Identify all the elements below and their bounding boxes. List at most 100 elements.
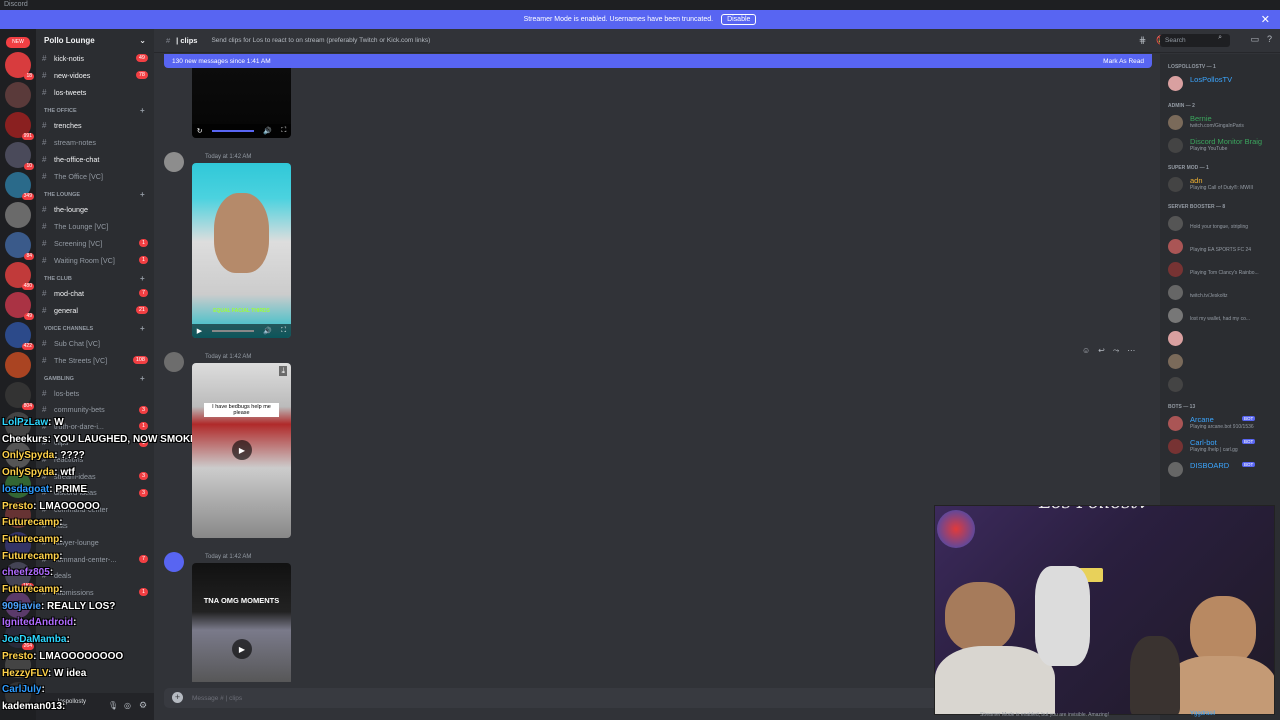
reply-icon[interactable]: ↩ bbox=[1098, 346, 1105, 356]
channel-category[interactable]: THE CLUB + bbox=[44, 274, 145, 283]
member-item[interactable]: Playing EA SPORTS FC 24 bbox=[1168, 237, 1280, 257]
close-icon[interactable]: ✕ bbox=[1261, 13, 1270, 26]
progress-bar[interactable] bbox=[211, 330, 254, 332]
channel-item[interactable]: # mod-chat 7 bbox=[42, 286, 152, 300]
overlay-chat-separator: : bbox=[66, 634, 70, 646]
member-item[interactable]: DISBOARD BOT bbox=[1168, 460, 1280, 480]
channel-category[interactable]: THE OFFICE + bbox=[44, 106, 145, 115]
avatar[interactable] bbox=[164, 352, 184, 372]
member-item[interactable]: twitch.tv/Jeskoltz bbox=[1168, 283, 1280, 303]
server-icon[interactable] bbox=[5, 352, 31, 378]
member-item[interactable] bbox=[1168, 375, 1280, 395]
overlay-chat-line: LolPzLaw: W bbox=[2, 417, 64, 428]
video-attachment[interactable]: I have bedbugs help me please ⤓ ▶ bbox=[192, 363, 291, 538]
forward-icon[interactable]: ⤳ bbox=[1113, 346, 1119, 356]
channel-item[interactable]: # The Office [VC] bbox=[42, 169, 152, 183]
channel-category[interactable]: VOICE CHANNELS + bbox=[44, 324, 145, 333]
server-icon[interactable]: 84 bbox=[5, 232, 34, 260]
member-item[interactable]: Carl-bot BOT Playing /help | carl.gg bbox=[1168, 437, 1280, 457]
member-item[interactable] bbox=[1168, 352, 1280, 372]
member-item[interactable]: lost my wallet, had my co... bbox=[1168, 306, 1280, 326]
member-item[interactable]: Hold your tongue, stripling bbox=[1168, 214, 1280, 234]
channel-item[interactable]: # trenches bbox=[42, 118, 152, 132]
channel-item[interactable]: # The Lounge [VC] bbox=[42, 219, 152, 233]
help-icon[interactable]: ? bbox=[1267, 34, 1272, 45]
volume-icon[interactable]: 🔊 bbox=[263, 327, 272, 335]
add-channel-icon[interactable]: + bbox=[140, 374, 145, 383]
member-item[interactable]: LosPollosTV bbox=[1168, 74, 1280, 94]
unread-count-badge: 3 bbox=[138, 488, 148, 497]
server-icon[interactable]: 349 bbox=[5, 172, 34, 200]
add-attachment-icon[interactable]: + bbox=[172, 692, 183, 703]
mic-icon[interactable]: 🎙 bbox=[108, 701, 118, 710]
server-icon[interactable] bbox=[5, 202, 31, 228]
gear-icon[interactable]: ⚙ bbox=[139, 700, 147, 711]
server-icon[interactable] bbox=[5, 82, 31, 108]
video-attachment[interactable]: TNA OMG MOMENTS ▶ bbox=[192, 563, 291, 682]
search-icon[interactable]: ⌕ bbox=[1218, 34, 1222, 42]
mark-as-read-button[interactable]: Mark As Read bbox=[1103, 58, 1144, 65]
channel-item[interactable]: # new-vidoes 78 bbox=[42, 68, 152, 82]
avatar[interactable] bbox=[164, 152, 184, 172]
video-attachment[interactable]: EQUAL FACIAL THIRDS ▶ 🔊 ⛶ bbox=[192, 163, 291, 338]
channel-item[interactable]: # Sub Chat [VC] bbox=[42, 336, 152, 350]
channel-label: los-tweets bbox=[54, 87, 87, 97]
server-icon[interactable]: 480 bbox=[5, 262, 34, 290]
server-icon[interactable]: 49 bbox=[5, 292, 34, 320]
channel-item[interactable]: # Waiting Room [VC] 1 bbox=[42, 253, 152, 267]
channel-item[interactable]: # the-office-chat bbox=[42, 152, 152, 166]
member-item[interactable]: adn Playing Call of Duty®: MWIII bbox=[1168, 175, 1280, 195]
channel-label: the-lounge bbox=[54, 204, 88, 214]
fullscreen-icon[interactable]: ⛶ bbox=[281, 327, 286, 335]
server-icon[interactable]: 991 bbox=[5, 112, 34, 140]
play-icon[interactable]: ▶ bbox=[197, 327, 202, 335]
add-channel-icon[interactable]: + bbox=[140, 274, 145, 283]
disable-streamer-mode-button[interactable]: Disable bbox=[721, 14, 757, 25]
server-icon[interactable]: 18 bbox=[5, 52, 34, 80]
channel-item[interactable]: # los-tweets bbox=[42, 85, 152, 99]
server-header[interactable]: Pollo Lounge ⌄ bbox=[36, 29, 154, 51]
member-item[interactable]: Discord Monitor Braig Playing YouTube bbox=[1168, 136, 1280, 156]
member-item[interactable]: Playing Tom Clancy's Rainbo... bbox=[1168, 260, 1280, 280]
download-icon[interactable]: ⤓ bbox=[279, 366, 287, 376]
volume-icon[interactable]: 🔊 bbox=[263, 127, 272, 135]
member-item[interactable] bbox=[1168, 329, 1280, 349]
chevron-down-icon[interactable]: ⌄ bbox=[139, 36, 146, 45]
headphones-icon[interactable]: ◎ bbox=[124, 701, 131, 710]
avatar[interactable] bbox=[164, 552, 184, 572]
server-icon[interactable]: 10 bbox=[5, 142, 34, 170]
channel-category[interactable]: GAMBLING + bbox=[44, 374, 145, 383]
member-item[interactable]: Arcane BOT Playing arcane.bot 910/1536 bbox=[1168, 414, 1280, 434]
replay-icon[interactable]: ↻ bbox=[197, 127, 203, 135]
new-server-badge[interactable]: NEW bbox=[6, 37, 30, 48]
channel-item[interactable]: # Screening [VC] 1 bbox=[42, 236, 152, 250]
server-icon[interactable]: 804 bbox=[5, 382, 34, 410]
channel-label: The Lounge [VC] bbox=[54, 221, 109, 231]
channel-item[interactable]: # los-bets bbox=[42, 386, 152, 400]
channel-topic[interactable]: Send clips for Los to react to on stream… bbox=[211, 37, 430, 44]
add-channel-icon[interactable]: + bbox=[140, 324, 145, 333]
channel-item[interactable]: # kick-notis 49 bbox=[42, 51, 152, 65]
hash-icon: # bbox=[42, 221, 47, 231]
play-button[interactable]: ▶ bbox=[232, 639, 252, 659]
inbox-icon[interactable]: ▭ bbox=[1250, 34, 1259, 45]
new-messages-bar[interactable]: 130 new messages since 1:41 AM Mark As R… bbox=[164, 54, 1152, 68]
channel-item[interactable]: # community-bets 3 bbox=[42, 403, 152, 417]
play-button[interactable]: ▶ bbox=[232, 440, 252, 460]
channel-item[interactable]: # stream-notes bbox=[42, 135, 152, 149]
add-channel-icon[interactable]: + bbox=[140, 190, 145, 199]
channel-item[interactable]: # deals bbox=[42, 569, 152, 583]
channel-category[interactable]: THE LOUNGE + bbox=[44, 190, 145, 199]
more-icon[interactable]: ⋯ bbox=[1127, 346, 1135, 356]
fullscreen-icon[interactable]: ⛶ bbox=[281, 127, 286, 135]
channel-item[interactable]: # the-lounge bbox=[42, 202, 152, 216]
member-item[interactable]: Bernie twitch.com/GingaInParis bbox=[1168, 113, 1280, 133]
server-icon[interactable]: 422 bbox=[5, 322, 34, 350]
reaction-icon[interactable]: ☺ bbox=[1082, 346, 1090, 356]
progress-bar[interactable] bbox=[211, 130, 254, 132]
member-status: Playing /help | carl.gg bbox=[1190, 447, 1238, 453]
channel-item[interactable]: # general 21 bbox=[42, 303, 152, 317]
add-channel-icon[interactable]: + bbox=[140, 106, 145, 115]
channel-item[interactable]: # The Streets [VC] 108 bbox=[42, 353, 152, 367]
threads-icon[interactable]: ⋕ bbox=[1139, 35, 1147, 46]
